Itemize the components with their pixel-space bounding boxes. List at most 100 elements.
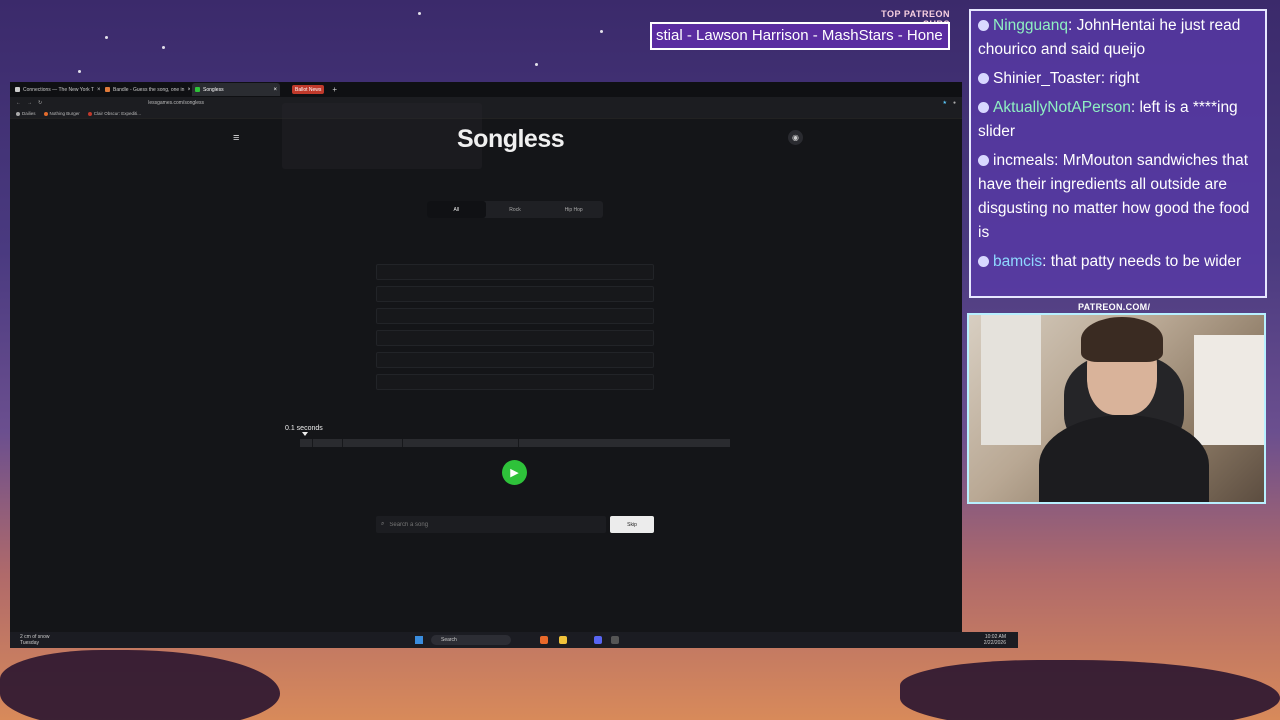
chat-username: Ningguanq: [993, 17, 1068, 34]
taskbar-search[interactable]: Search: [431, 635, 511, 645]
folder-icon: [16, 111, 20, 116]
faded-dropdown: [282, 103, 482, 169]
bookmarks-bar: Dailies Nothing Burger Clair Obscur: Exp…: [10, 109, 962, 119]
chat-message: incmeals: MrMouton sandwiches that have …: [978, 149, 1258, 245]
back-icon[interactable]: ←: [16, 100, 21, 106]
progress-segment: [403, 439, 520, 447]
windows-taskbar: 2 cm of snow Tuesday Search 10:02 AM 2/2…: [10, 632, 1018, 648]
file-explorer-icon[interactable]: [559, 636, 567, 644]
song-search-input[interactable]: [389, 521, 570, 528]
guess-slot: [376, 352, 654, 368]
forward-icon[interactable]: →: [27, 100, 32, 106]
stream-chat: Ningguanq: JohnHentai he just read chour…: [969, 9, 1267, 298]
weather-widget[interactable]: 2 cm of snow Tuesday: [20, 634, 49, 646]
background-star: [105, 36, 108, 39]
bookmark-label: Nothing Burger: [49, 111, 80, 116]
webcam-person-body: [1039, 415, 1209, 502]
page-title: Songless: [457, 125, 565, 153]
tab-hip-hop[interactable]: Hip Hop: [544, 201, 603, 218]
bookmark-nothing-burger[interactable]: Nothing Burger: [43, 111, 80, 116]
palm-silhouette: [900, 660, 1280, 720]
play-button[interactable]: ▶: [502, 460, 527, 485]
tab-label: Bandle - Guess the song, one in: [113, 86, 185, 93]
background-star: [418, 12, 421, 15]
background-star: [78, 70, 81, 73]
chat-badge-icon: [978, 20, 989, 31]
patreon-label: PATREON.COM/: [1078, 302, 1151, 312]
close-icon[interactable]: ×: [97, 87, 100, 93]
tab-all[interactable]: All: [427, 201, 486, 218]
chat-message: Shinier_Toaster: right: [978, 67, 1258, 91]
discord-icon[interactable]: [594, 636, 602, 644]
progress-segment: [343, 439, 404, 447]
guess-slot: [376, 286, 654, 302]
browser-window: Connections — The New York T × Bandle - …: [10, 82, 962, 648]
bookmark-label: Clair Obscur: Expediti...: [93, 111, 142, 116]
background-star: [535, 63, 538, 66]
address-bar: ← → ↻ lessgames.com/songless ★ ●: [10, 97, 962, 109]
star-icon[interactable]: ★: [942, 100, 946, 106]
skip-button[interactable]: Skip: [610, 516, 654, 533]
search-icon: ⌕: [381, 521, 385, 527]
tab-label: Songless: [203, 86, 224, 93]
favicon-icon: [195, 87, 200, 92]
snippet-progress-bar: [300, 439, 730, 447]
playhead-marker: [302, 432, 308, 436]
bookmark-dailies[interactable]: Dailies: [16, 111, 36, 116]
close-icon[interactable]: ×: [273, 87, 277, 93]
patreon-ticker: stial - Lawson Harrison - MashStars - Ho…: [650, 22, 950, 50]
guess-slot: [376, 374, 654, 390]
webcam-person-hair: [1081, 317, 1163, 362]
url-field[interactable]: lessgames.com/songless: [148, 100, 204, 106]
progress-segment: [313, 439, 343, 447]
tab-bandle[interactable]: Bandle - Guess the song, one in ×: [102, 83, 190, 96]
tab-bar: Connections — The New York T × Bandle - …: [10, 82, 962, 97]
palm-silhouette: [0, 650, 280, 720]
genre-tabs: All Rock Hip Hop: [427, 201, 603, 218]
chat-username: bamcis: [993, 253, 1043, 270]
song-search: ⌕: [376, 516, 606, 533]
chat-badge-icon: [978, 102, 989, 113]
chat-message: AktuallyNotAPerson: left is a ****ing sl…: [978, 96, 1258, 144]
hamburger-menu-icon[interactable]: ≡: [233, 132, 239, 144]
firefox-icon[interactable]: [540, 636, 548, 644]
bookmark-clair-obscur[interactable]: Clair Obscur: Expediti...: [87, 111, 142, 116]
chat-badge-icon: [978, 256, 989, 267]
chat-badge-icon: [978, 73, 989, 84]
chat-username: Shinier_Toaster: [993, 70, 1101, 87]
extensions-icon[interactable]: ●: [953, 100, 956, 106]
tab-songless[interactable]: Songless ×: [192, 83, 280, 96]
new-tab-plus-icon[interactable]: +: [332, 85, 337, 94]
webcam-feed: [967, 313, 1266, 504]
reload-icon[interactable]: ↻: [38, 100, 42, 106]
start-button-icon[interactable]: [415, 636, 423, 644]
guess-slot: [376, 264, 654, 280]
play-icon: ▶: [510, 467, 519, 479]
progress-segment: [300, 439, 313, 447]
game-icon: [87, 111, 92, 116]
favicon-icon: [15, 87, 20, 92]
tab-ballot-news[interactable]: Ballot News: [292, 85, 325, 94]
guess-slot: [376, 308, 654, 324]
chat-username: AktuallyNotAPerson: [993, 99, 1131, 116]
tab-label: Connections — The New York T: [23, 86, 94, 93]
close-icon[interactable]: ×: [187, 87, 190, 93]
chat-badge-icon: [978, 155, 989, 166]
background-star: [600, 30, 603, 33]
obs-icon[interactable]: [611, 636, 619, 644]
clock[interactable]: 10:02 AM 2/22/2026: [984, 634, 1006, 646]
duration-label: 0.1 seconds: [285, 425, 323, 432]
weather-day: Tuesday: [20, 640, 39, 646]
burger-icon: [43, 111, 48, 116]
chat-username: incmeals: [993, 152, 1055, 169]
chat-text: : that patty needs to be wider: [1042, 253, 1242, 270]
songless-page: ≡ Songless ◉ All Rock Hip Hop 0.1 second…: [10, 103, 962, 638]
tab-rock[interactable]: Rock: [486, 201, 545, 218]
chat-message: bamcis: that patty needs to be wider: [978, 250, 1258, 274]
tab-connections[interactable]: Connections — The New York T ×: [12, 83, 100, 96]
account-icon[interactable]: ◉: [788, 130, 803, 145]
chat-message: Ningguanq: JohnHentai he just read chour…: [978, 14, 1258, 62]
favicon-icon: [105, 87, 110, 92]
webcam-background-door: [981, 315, 1041, 445]
background-star: [162, 46, 165, 49]
